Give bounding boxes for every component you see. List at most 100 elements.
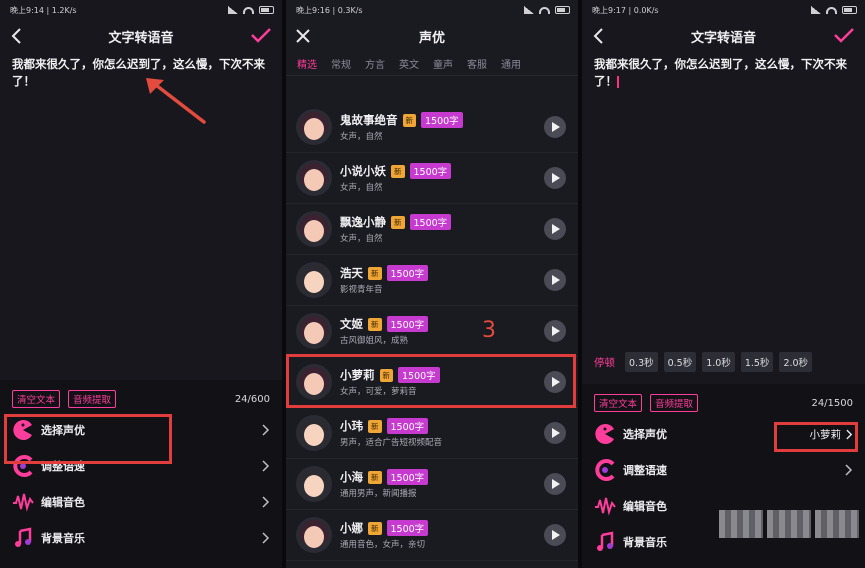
menu-edit-timbre[interactable]: 编辑音色 [0,484,282,520]
page-title: 文字转语音 [690,30,756,46]
quota-badge: 1500字 [421,112,463,128]
voice-name: 文姬 [340,317,363,331]
status-bar: 晚上9:14 | 1.2K/s [0,0,282,20]
pause-label: 停顿 [594,356,615,369]
play-preview-button[interactable] [544,473,566,495]
back-icon[interactable] [8,27,26,45]
pause-option[interactable]: 2.0秒 [779,352,813,372]
bottom-panel: 清空文本 音频提取 24/600 选择声优 调整语速 编辑音色 背景音乐 [0,380,282,568]
back-icon[interactable] [590,27,608,45]
chevron-right-icon [845,464,853,476]
signal-icon [524,6,534,14]
tab-child[interactable]: 童声 [426,56,460,71]
status-bar: 晚上9:16 | 0.3K/s [286,0,578,20]
title-bar: 声优 [286,20,578,52]
wifi-icon [243,6,254,14]
highlight-select-voice [4,414,172,464]
voice-item[interactable]: 浩天新 1500字 影视青年音 [286,255,578,306]
new-badge: 新 [368,266,382,280]
chevron-right-icon [262,424,270,436]
highlight-selected-voice [286,354,576,408]
voice-item[interactable]: 鬼故事绝音新 1500字 女声，自然 [286,102,578,153]
voice-description: 通用男声，新闻播报 [340,489,417,499]
new-badge: 新 [391,164,405,178]
voice-description: 女声，自然 [340,183,383,193]
audio-extract-button[interactable]: 音频提取 [650,394,699,412]
quota-badge: 1500字 [409,163,452,179]
play-preview-button[interactable] [544,269,566,291]
pause-option[interactable]: 0.5秒 [663,352,697,372]
signal-icon [811,6,821,14]
music-note-icon [597,531,614,551]
page-title: 声优 [418,30,445,46]
clear-text-button[interactable]: 清空文本 [594,394,643,412]
voice-item[interactable]: 小说小妖新 1500字女声，自然 [286,153,578,204]
voice-description: 影视青年音 [340,285,383,295]
chevron-right-icon [262,532,270,544]
voice-name: 小娜 [340,521,363,535]
play-preview-button[interactable] [544,422,566,444]
page-title: 文字转语音 [108,30,174,46]
play-preview-button[interactable] [544,524,566,546]
voice-name: 鬼故事绝音 [340,113,398,127]
menu-background-music[interactable]: 背景音乐 [0,520,282,556]
close-icon[interactable] [294,27,312,45]
play-preview-button[interactable] [544,218,566,240]
voice-item[interactable]: 飘逸小静新 1500字 女声，自然 [286,204,578,255]
voice-description: 通用音色，女声，亲切 [340,540,426,550]
new-badge: 新 [368,521,382,535]
voice-item[interactable]: 小娜新 1500字 通用音色，女声，亲切 [286,510,578,561]
screen-text-to-speech-2: 晚上9:17 | 0.0K/s 文字转语音 我都来很久了，你怎么迟到了，这么慢，… [582,0,865,568]
voice-item[interactable]: 小海新 1500字 通用男声，新闻播报 [286,459,578,510]
voice-item[interactable]: 文姬新 1500字 古风御姐风，成熟 [286,306,578,357]
bottom-panel: 清空文本 音频提取 24/1500 选择声优 小萝莉 调整语速 编辑音色 背景音… [582,384,865,568]
voice-avatar [296,466,332,502]
signal-icon [228,6,238,14]
highlight-selected-voice-value [774,422,858,452]
quota-badge: 1500字 [386,469,429,485]
voice-description: 女声，自然 [340,234,383,244]
quota-badge: 1500字 [409,214,452,230]
play-preview-button[interactable] [544,320,566,342]
music-note-icon [15,527,32,547]
speed-icon [595,459,615,481]
menu-adjust-speed[interactable]: 调整语速 [582,452,865,488]
tab-service[interactable]: 客服 [460,56,494,71]
watermark [719,510,859,538]
tab-regular[interactable]: 常规 [324,56,358,71]
new-badge: 新 [368,470,382,484]
title-bar: 文字转语音 [0,20,282,52]
pause-option[interactable]: 1.0秒 [702,352,735,372]
voice-name: 小说小妖 [340,164,386,178]
quota-badge: 1500字 [386,418,429,434]
status-bar: 晚上9:17 | 0.0K/s [582,0,865,20]
new-badge: 新 [402,113,416,127]
voice-avatar [296,160,332,196]
annotation-arrow [146,78,206,124]
pause-option[interactable]: 0.3秒 [625,352,658,372]
confirm-check-icon[interactable] [833,26,855,44]
tab-dialect[interactable]: 方言 [358,56,392,71]
text-input-area[interactable]: 我都来很久了，你怎么迟到了，这么慢，下次不来了！ [582,52,865,94]
play-preview-button[interactable] [544,167,566,189]
play-preview-button[interactable] [544,116,566,138]
voice-item[interactable]: 小玮新 1500字 男声，适合广告短视频配音 [286,408,578,459]
waveform-icon [13,493,34,512]
title-bar: 文字转语音 [582,20,865,52]
waveform-icon [595,497,616,516]
voice-avatar [296,313,332,349]
tab-featured[interactable]: 精选 [290,56,324,71]
status-time: 晚上9:14 | 1.2K/s [10,5,77,15]
pause-options: 停顿 0.3秒 0.5秒 1.0秒 1.5秒 2.0秒 [582,350,865,374]
char-counter: 24/600 [234,393,270,405]
pacman-icon [595,424,614,444]
confirm-check-icon[interactable] [250,26,272,44]
screen-text-to-speech-1: 晚上9:14 | 1.2K/s 文字转语音 我都来很久了，你怎么迟到了，这么慢，… [0,0,282,568]
audio-extract-button[interactable]: 音频提取 [68,390,117,408]
tab-general[interactable]: 通用 [494,56,528,71]
pause-option[interactable]: 1.5秒 [740,352,774,372]
step-number: 3 [482,318,496,343]
clear-text-button[interactable]: 清空文本 [12,390,61,408]
text-caret [617,75,619,88]
tab-english[interactable]: 英文 [392,56,426,71]
